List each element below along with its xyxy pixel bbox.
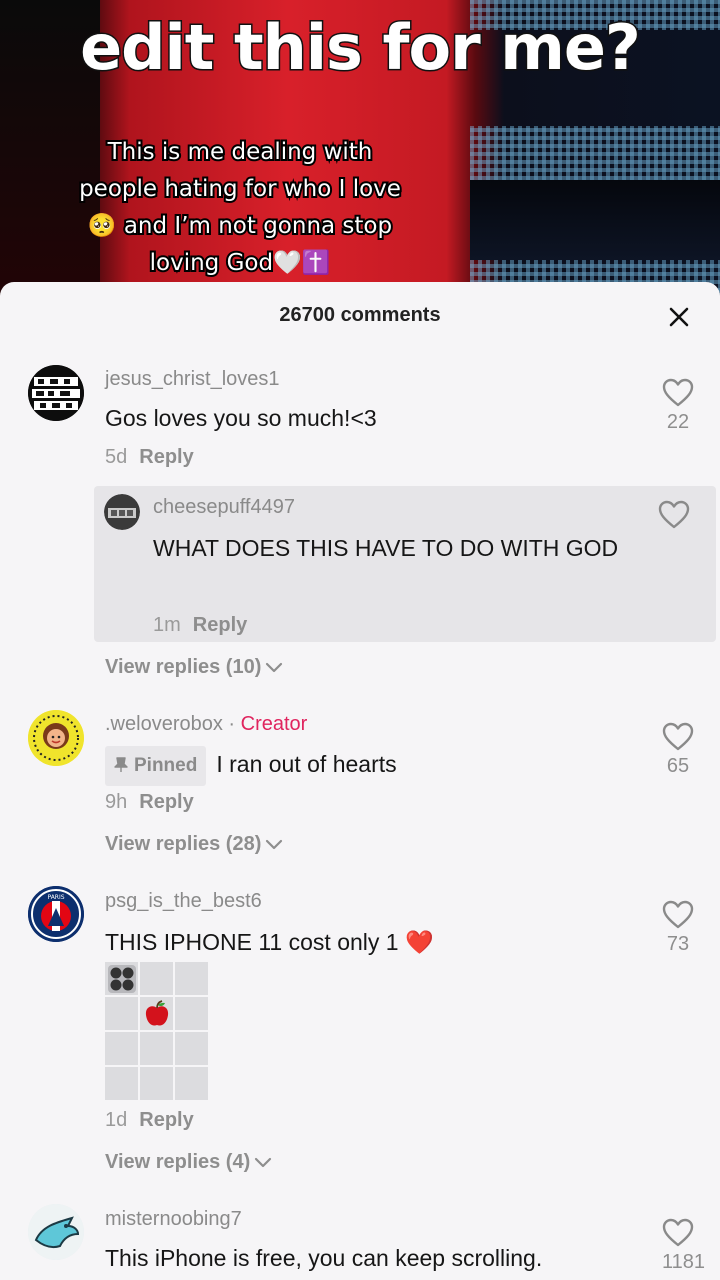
grid-cell (140, 1067, 173, 1100)
heart-icon (662, 378, 694, 407)
reply-username[interactable]: cheesepuff4497 (153, 496, 295, 519)
reply-button[interactable]: Reply (139, 1109, 193, 1131)
grid-cell (175, 1032, 208, 1065)
view-replies-label: View replies (4) (105, 1151, 251, 1173)
like-button[interactable]: 65 (662, 722, 694, 778)
reply-item: cheesepuff4497 WHAT DOES THIS HAVE TO DO… (94, 486, 716, 642)
comment-meta: 1d Reply (105, 1109, 194, 1132)
pinned-badge: Pinned (105, 746, 207, 786)
pinned-label: Pinned (134, 755, 198, 776)
grid-cell (175, 997, 208, 1030)
comment-meta: 9h Reply (105, 791, 194, 814)
comment-username[interactable]: misternoobing7 (105, 1208, 242, 1231)
like-button[interactable]: 73 (662, 900, 694, 956)
avatar[interactable] (28, 1204, 84, 1260)
video-caption: This is me dealing with people hating fo… (40, 134, 440, 282)
creator-badge: Creator (240, 713, 308, 735)
view-replies-label: View replies (28) (105, 833, 262, 855)
emoji-phone-grid (105, 962, 209, 1100)
like-button[interactable]: 22 (662, 378, 694, 434)
camera-lens-icon (107, 964, 136, 993)
view-replies-label: View replies (10) (105, 656, 262, 678)
reply-meta: 1m Reply (153, 614, 247, 637)
grid-cell (175, 962, 208, 995)
grid-cell (105, 1032, 138, 1065)
comment-username[interactable]: jesus_christ_loves1 (105, 368, 280, 391)
grid-cell (175, 1067, 208, 1100)
chevron-down-icon (255, 1157, 272, 1167)
chevron-down-icon (266, 662, 283, 672)
svg-text:PARIS: PARIS (47, 894, 64, 901)
pin-icon (114, 757, 128, 772)
comment-text: I ran out of hearts (216, 751, 397, 778)
like-count: 65 (666, 755, 690, 777)
comment-text: Gos loves you so much!<3 (105, 405, 377, 431)
reply-button[interactable]: Reply (139, 791, 193, 813)
heart-icon (658, 500, 690, 529)
heart-icon (662, 900, 694, 929)
chevron-down-icon (266, 839, 283, 849)
reply-age: 1m (153, 614, 181, 636)
comment-username[interactable]: .weloverobox (105, 713, 223, 735)
comment-meta: 5d Reply (105, 446, 194, 469)
avatar[interactable]: PARIS (28, 886, 84, 942)
comment-age: 1d (105, 1109, 128, 1131)
comment-text: This iPhone is free, you can keep scroll… (105, 1245, 543, 1271)
comment-age: 5d (105, 446, 128, 468)
comments-sheet: 26700 comments jesus_christ_loves1 Gos l… (0, 282, 720, 1280)
video-stage (470, 180, 720, 260)
view-replies-button[interactable]: View replies (28) (105, 833, 283, 856)
apple-icon (140, 997, 173, 1030)
grid-cell (105, 997, 138, 1030)
grid-cell (140, 1032, 173, 1065)
avatar[interactable] (28, 365, 84, 421)
heart-icon (662, 1218, 694, 1247)
reply-text: WHAT DOES THIS HAVE TO DO WITH GOD (153, 535, 619, 561)
comment-username-row: .weloverobox · Creator (105, 713, 307, 736)
grid-cell (105, 1067, 138, 1100)
avatar[interactable] (28, 710, 84, 766)
view-replies-button[interactable]: View replies (10) (105, 656, 283, 679)
video-title: edit this for me? (79, 10, 643, 86)
caption-line-2: people hating for who I love (77, 174, 403, 204)
caption-line-3: 🥺 and I’m not gonna stop (86, 211, 394, 241)
like-button[interactable] (658, 500, 690, 529)
like-count: 1181 (662, 1251, 706, 1273)
like-button[interactable]: 1181 (662, 1218, 706, 1274)
heart-icon (662, 722, 694, 751)
grid-cell (140, 962, 173, 995)
comment-body: Pinned I ran out of hearts (105, 746, 397, 786)
close-icon[interactable] (666, 304, 692, 330)
camera-cell (105, 962, 138, 995)
sheet-header: 26700 comments (0, 282, 720, 350)
caption-line-4: loving God🤍✝️ (148, 248, 333, 278)
reply-button[interactable]: Reply (193, 614, 247, 636)
comment-username[interactable]: psg_is_the_best6 (105, 890, 262, 913)
reply-button[interactable]: Reply (139, 446, 193, 468)
username-separator: · (222, 713, 241, 735)
like-count: 73 (666, 933, 690, 955)
comment-age: 9h (105, 791, 128, 813)
avatar[interactable] (104, 494, 140, 530)
like-count: 22 (666, 411, 690, 433)
caption-line-1: This is me dealing with (106, 137, 375, 167)
comment-text: THIS IPHONE 11 cost only 1 ❤️ (105, 929, 434, 955)
comments-count: 26700 comments (279, 304, 441, 326)
view-replies-button[interactable]: View replies (4) (105, 1151, 272, 1174)
